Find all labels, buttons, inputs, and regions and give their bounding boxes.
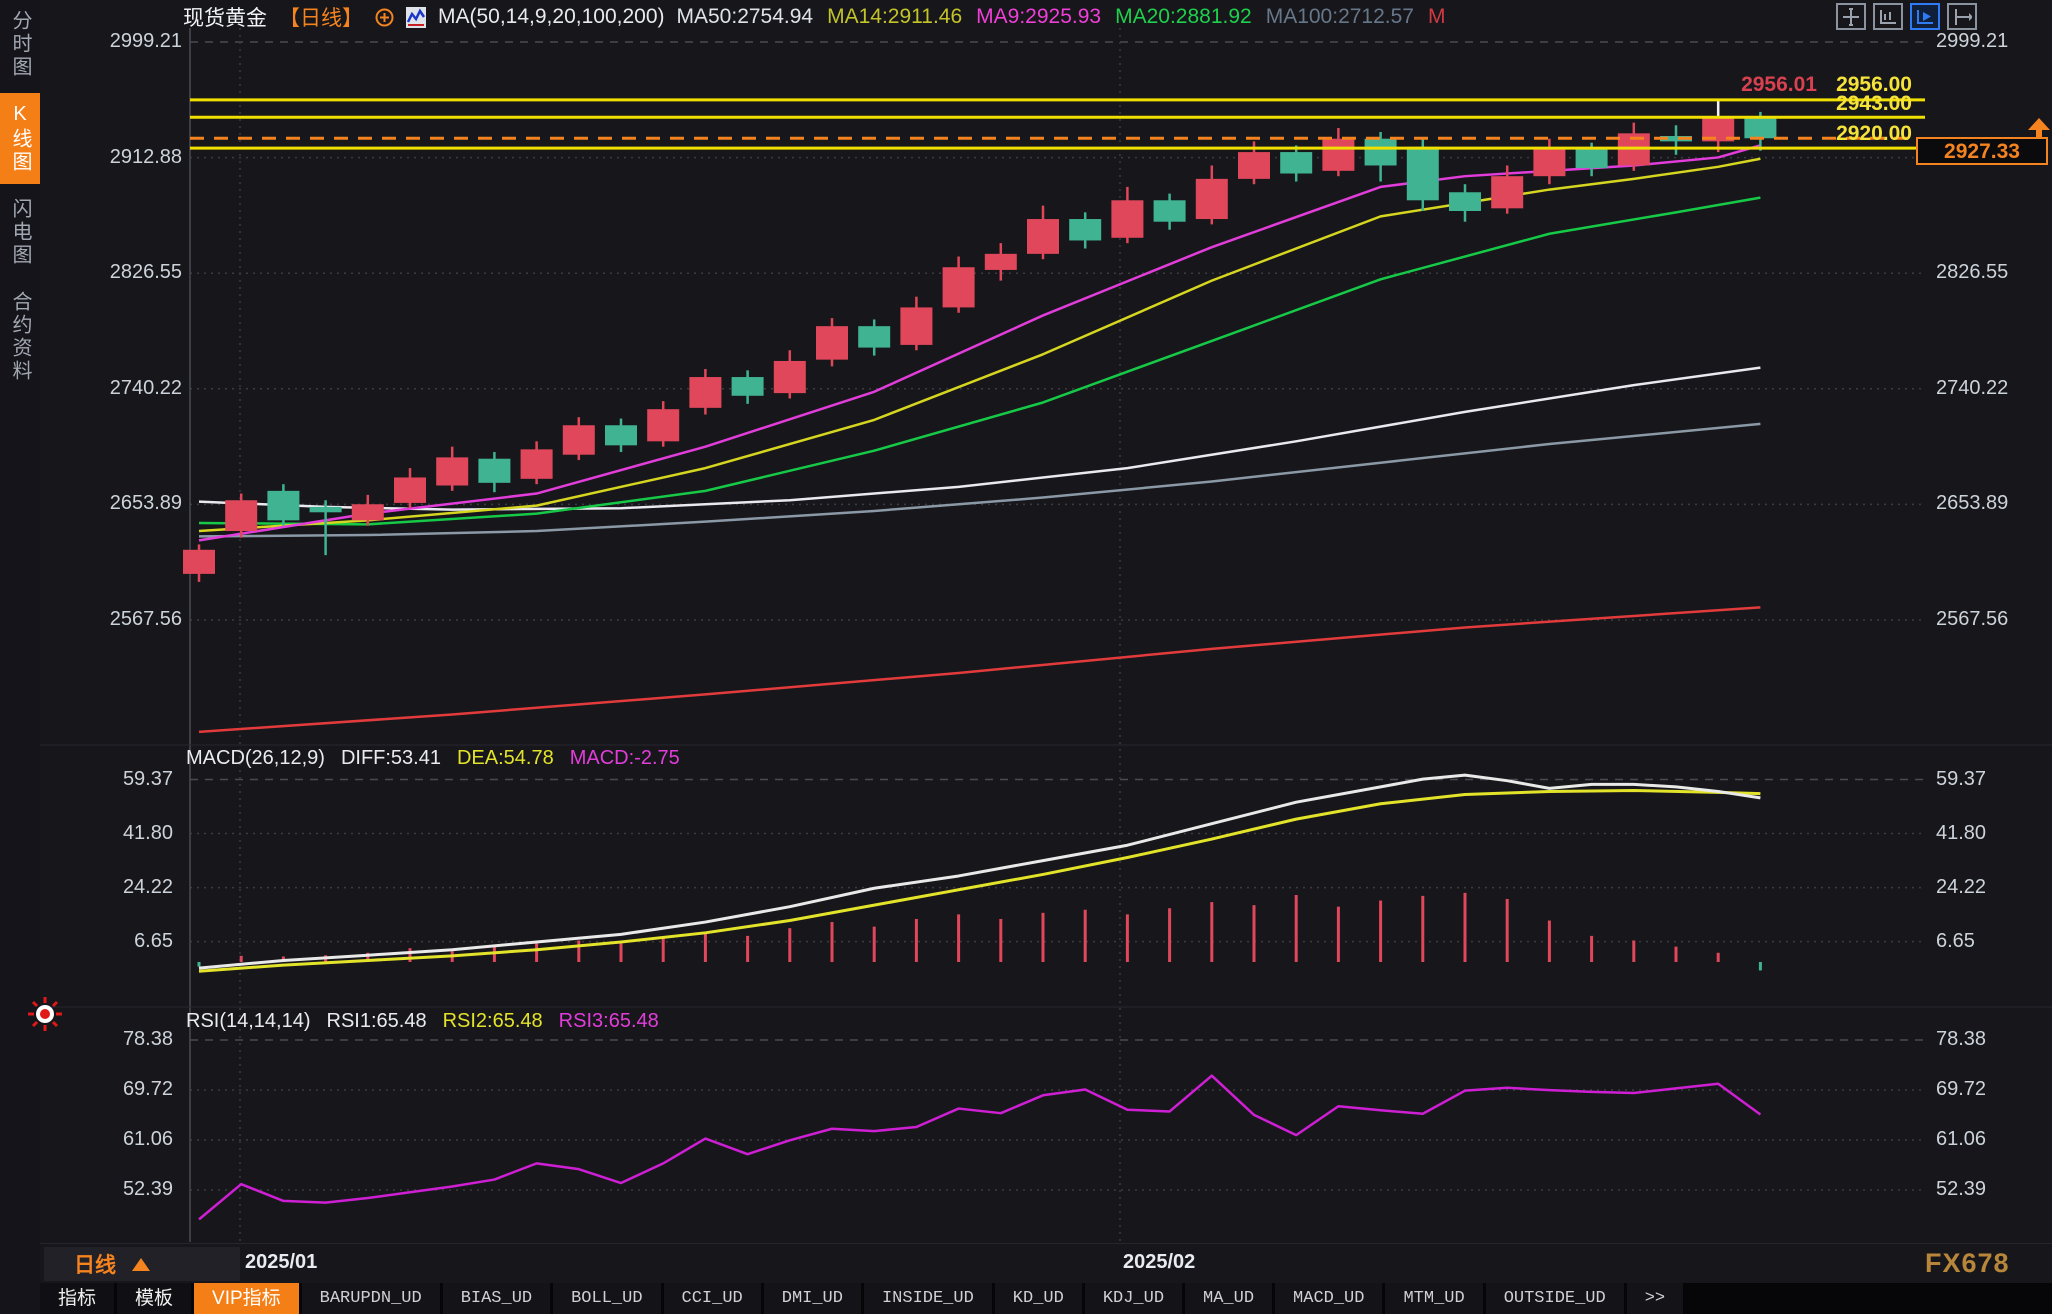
price-axis-label-left: 2912.88 [80,146,182,169]
macd-header: MACD(26,12,9) DIFF:53.41 DEA:54.78 MACD:… [186,747,680,770]
macd-axis-label-left: 41.80 [71,822,173,845]
dropdown-arrow-icon [132,1258,150,1271]
sidebar-item-0[interactable]: 分时图 [0,0,40,89]
price-axis-label-left: 2740.22 [80,377,182,400]
price-up-arrow-icon [2028,118,2050,130]
tab-vip[interactable]: VIP指标 [194,1283,299,1314]
ma-value-label-0: MA50:2754.94 [677,5,814,29]
price-axis-label-left: 2653.89 [80,492,182,515]
ma-value-label-4: MA100:2712.57 [1266,5,1414,29]
price-axis-label-left: 2826.55 [80,261,182,284]
indicator-chart-icon[interactable] [406,7,426,28]
price-axis-label-right: 2999.21 [1936,30,2046,53]
sidebar-item-1[interactable]: K线图 [0,93,40,184]
price-axis-label-right: 2740.22 [1936,377,2046,400]
x-axis-footer: 日线 2025/01 2025/02 FX678 [0,1243,2052,1284]
price-axis-label-left: 2999.21 [80,30,182,53]
ma-value-label-1: MA14:2911.46 [827,5,962,29]
ma-params-label: MA(50,14,9,20,100,200) [438,5,665,29]
tab-outsideud[interactable]: OUTSIDE_UD [1486,1283,1624,1314]
indicator-tabbar: 指标模板VIP指标BARUPDN_UDBIAS_UDBOLL_UDCCI_UDD… [40,1283,2052,1314]
rsi3-value: RSI3:65.48 [559,1010,659,1033]
rsi-title: RSI(14,14,14) [186,1010,311,1033]
tab-kdjud[interactable]: KDJ_UD [1085,1283,1182,1314]
watermark: FX678 [1925,1248,2010,1279]
rsi-axis-label-right: 69.72 [1936,1078,2046,1101]
chart-titlebar: 现货黄金 【日线】 MA(50,14,9,20,100,200) MA50:27… [183,3,1446,31]
axis-scale-icon[interactable] [1873,3,1903,30]
rsi-axis-label-right: 52.39 [1936,1178,2046,1201]
tab-bollud[interactable]: BOLL_UD [553,1283,660,1314]
rsi1-value: RSI1:65.48 [327,1010,427,1033]
tab-cciud[interactable]: CCI_UD [664,1283,761,1314]
price-axis-label-left: 2567.56 [80,608,182,631]
ma-values-row: MA50:2754.94 MA14:2911.46 MA9:2925.93 MA20:… [677,5,1446,29]
period-dropdown[interactable]: 日线 [44,1247,240,1281]
rsi2-value: RSI2:65.48 [443,1010,543,1033]
rsi-axis-label-right: 61.06 [1936,1128,2046,1151]
price-axis-label-right: 2653.89 [1936,492,2046,515]
ma-value-label-3: MA20:2881.92 [1115,5,1252,29]
period-label: 日线 [74,1249,116,1279]
level-label-2943: 2943.00 [1735,92,1912,116]
tab-dmiud[interactable]: DMI_UD [764,1283,861,1314]
macd-dea-value: DEA:54.78 [457,747,554,770]
ma-value-label-5: M [1428,5,1446,29]
tab-[interactable]: 模板 [117,1283,191,1314]
left-sidebar: 分时图K线图闪电图合约资料 [0,0,40,1314]
level-label-2920: 2920.00 [1735,122,1912,146]
circle-plus-icon[interactable] [375,8,394,27]
rsi-header: RSI(14,14,14) RSI1:65.48 RSI2:65.48 RSI3… [186,1010,659,1033]
rsi-axis-label-left: 69.72 [71,1078,173,1101]
price-axis-label-right: 2826.55 [1936,261,2046,284]
tab-maud[interactable]: MA_UD [1185,1283,1272,1314]
chart-app: 分时图K线图闪电图合约资料 现货黄金 【日线】 [0,0,2052,1314]
tab->>[interactable]: >> [1627,1283,1683,1314]
macd-axis-label-left: 6.65 [71,930,173,953]
x-axis-date-jan: 2025/01 [245,1251,317,1274]
macd-diff-value: DIFF:53.41 [341,747,441,770]
tab-insideud[interactable]: INSIDE_UD [864,1283,992,1314]
macd-axis-label-right: 24.22 [1936,876,2046,899]
pan-icon[interactable] [1836,3,1866,30]
chart-toolbar [1836,3,1977,30]
tab-barupdnud[interactable]: BARUPDN_UD [302,1283,440,1314]
period-tag[interactable]: 【日线】 [279,2,363,32]
rsi-axis-label-left: 78.38 [71,1028,173,1051]
ma-value-label-2: MA9:2925.93 [976,5,1101,29]
current-price-badge: 2927.33 [1916,137,2048,165]
price-axis-label-right: 2567.56 [1936,608,2046,631]
symbol-title: 现货黄金 [183,2,267,32]
x-axis-date-feb: 2025/02 [1123,1251,1195,1274]
tab-[interactable]: 指标 [40,1283,114,1314]
shift-right-icon[interactable] [1947,3,1977,30]
macd-axis-label-right: 41.80 [1936,822,2046,845]
tab-kdud[interactable]: KD_UD [995,1283,1082,1314]
tab-biasud[interactable]: BIAS_UD [443,1283,550,1314]
sidebar-item-3[interactable]: 合约资料 [0,281,40,393]
tab-macdud[interactable]: MACD_UD [1275,1283,1382,1314]
macd-axis-label-left: 59.37 [71,768,173,791]
rsi-axis-label-right: 78.38 [1936,1028,2046,1051]
chart-play-icon[interactable] [1910,3,1940,30]
rsi-axis-label-left: 52.39 [71,1178,173,1201]
macd-axis-label-right: 59.37 [1936,768,2046,791]
tab-mtmud[interactable]: MTM_UD [1385,1283,1482,1314]
live-alert-icon [26,995,64,1038]
macd-axis-label-right: 6.65 [1936,930,2046,953]
chart-canvas[interactable] [0,0,2052,1314]
sidebar-item-2[interactable]: 闪电图 [0,188,40,277]
macd-macd-value: MACD:-2.75 [570,747,680,770]
rsi-axis-label-left: 61.06 [71,1128,173,1151]
macd-title: MACD(26,12,9) [186,747,325,770]
macd-axis-label-left: 24.22 [71,876,173,899]
